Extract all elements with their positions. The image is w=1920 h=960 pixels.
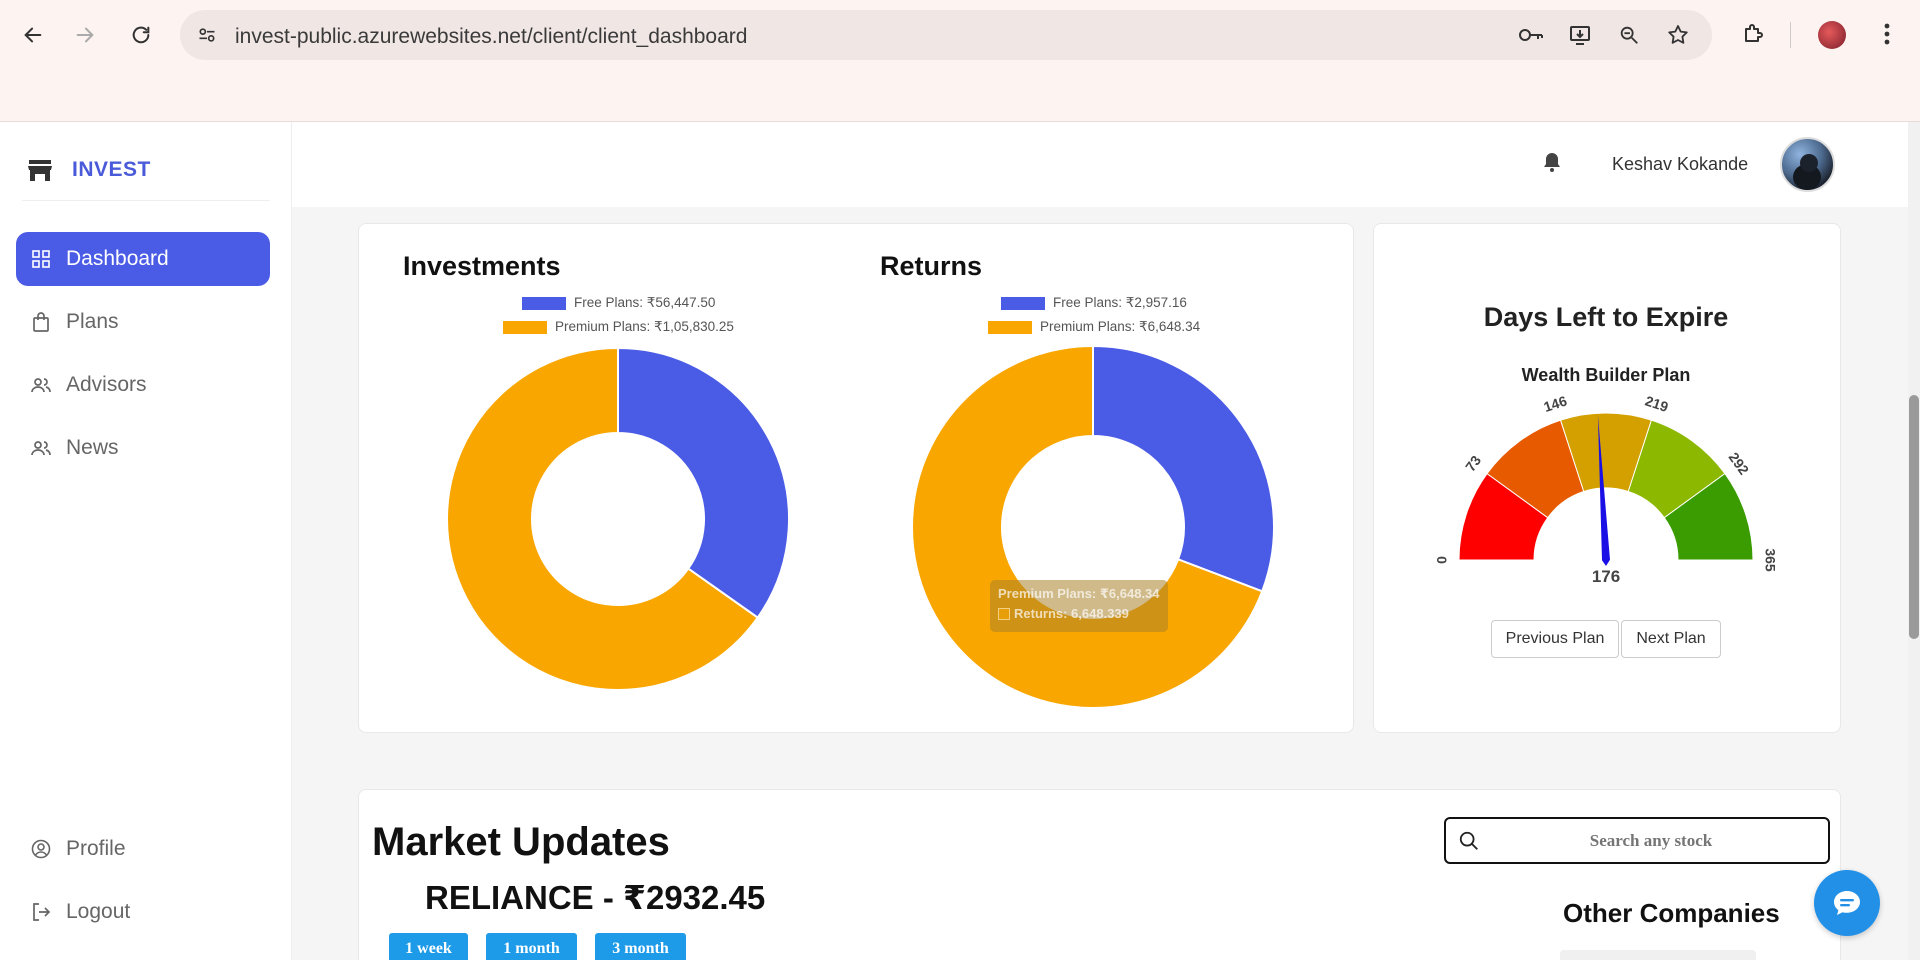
range-1week-button[interactable]: 1 week	[389, 933, 468, 960]
chart-tooltip: Premium Plans: ₹6,648.34 Returns: 6,648.…	[990, 580, 1168, 632]
user-circle-icon	[30, 838, 52, 860]
previous-plan-button[interactable]: Previous Plan	[1491, 620, 1619, 658]
users-icon	[30, 374, 52, 396]
sidebar-item-plans[interactable]: Plans	[16, 295, 270, 349]
legend-swatch	[988, 320, 1032, 334]
browser-chrome: invest-public.azurewebsites.net/client/c…	[0, 0, 1920, 122]
search-icon	[1458, 830, 1480, 857]
divider	[22, 200, 270, 201]
gauge-title: Days Left to Expire	[1483, 302, 1729, 332]
legend-swatch	[1001, 296, 1045, 310]
gauge-tick-label: 73	[1462, 452, 1484, 474]
sidebar-item-news[interactable]: News	[16, 421, 270, 475]
extensions-icon[interactable]	[1736, 17, 1770, 51]
legend-swatch	[503, 320, 547, 334]
sidebar-item-advisors[interactable]: Advisors	[16, 358, 270, 412]
range-1month-button[interactable]: 1 month	[486, 933, 577, 960]
company-list-item[interactable]	[1560, 950, 1756, 960]
sidebar-item-dashboard[interactable]: Dashboard	[16, 232, 270, 286]
stock-search[interactable]	[1444, 817, 1830, 864]
brand[interactable]: INVEST	[22, 152, 151, 188]
install-app-icon[interactable]	[1567, 22, 1593, 48]
store-icon	[22, 152, 58, 188]
sidebar-item-profile[interactable]: Profile	[16, 822, 270, 876]
tooltip-value: Returns: 6,648.339	[1014, 606, 1129, 621]
legend-item[interactable]: Premium Plans: ₹6,648.34	[988, 319, 1200, 335]
investments-donut-chart[interactable]	[440, 342, 790, 692]
bag-icon	[30, 311, 52, 333]
sidebar: INVEST Dashboard Plans Advisors News Pro…	[0, 122, 292, 960]
reload-button[interactable]	[124, 18, 158, 52]
gauge-value-label: 176	[1592, 567, 1620, 586]
range-3month-button[interactable]: 3 month	[595, 933, 686, 960]
tooltip-body: Returns: 6,648.339	[998, 606, 1160, 621]
sidebar-item-label: News	[66, 436, 119, 459]
legend-label: Premium Plans: ₹6,648.34	[1040, 319, 1201, 334]
sidebar-item-label: Plans	[66, 310, 119, 333]
plan-name: Wealth Builder Plan	[1521, 365, 1691, 385]
legend-label: Free Plans: ₹56,447.50	[574, 295, 716, 310]
gauge-tick-label: 146	[1542, 392, 1569, 415]
username[interactable]: Keshav Kokande	[1612, 154, 1748, 175]
bell-icon[interactable]	[1540, 150, 1564, 174]
search-input[interactable]	[1486, 829, 1816, 853]
bookmark-star-icon[interactable]	[1665, 22, 1691, 48]
zoom-icon[interactable]	[1616, 22, 1642, 48]
gauge-tick-label: 0	[1434, 556, 1450, 564]
avatar[interactable]	[1780, 137, 1835, 192]
gauge-tick-label: 292	[1726, 449, 1753, 477]
gauge-tick-label: 365	[1762, 548, 1778, 572]
gauge-tick-label: 219	[1643, 393, 1670, 416]
market-card	[358, 789, 1841, 960]
legend-item[interactable]: Free Plans: ₹2,957.16	[1001, 295, 1187, 311]
forward-button[interactable]	[68, 18, 102, 52]
scrollbar-thumb[interactable]	[1909, 395, 1919, 639]
brand-name: INVEST	[72, 158, 151, 181]
pie-slice-free-plans[interactable]	[617, 346, 790, 620]
other-companies-title: Other Companies	[1563, 898, 1780, 928]
site-settings-icon[interactable]	[194, 22, 220, 48]
legend-item[interactable]: Premium Plans: ₹1,05,830.25	[503, 319, 734, 335]
tooltip-swatch	[998, 607, 1010, 620]
legend-label: Premium Plans: ₹1,05,830.25	[555, 319, 734, 334]
sidebar-item-label: Profile	[66, 837, 126, 860]
tooltip-title: Premium Plans: ₹6,648.34	[998, 586, 1160, 601]
users-icon	[30, 437, 52, 459]
next-plan-button[interactable]: Next Plan	[1621, 620, 1721, 658]
market-title: Market Updates	[372, 820, 670, 864]
key-icon[interactable]	[1518, 22, 1544, 48]
sidebar-item-logout[interactable]: Logout	[16, 885, 270, 939]
arrow-left-icon	[24, 27, 42, 43]
legend-item[interactable]: Free Plans: ₹56,447.50	[522, 295, 715, 311]
back-button[interactable]	[16, 18, 50, 52]
sidebar-item-label: Logout	[66, 900, 131, 923]
chat-icon	[1834, 891, 1860, 915]
logout-icon	[30, 901, 52, 923]
browser-strip	[0, 70, 1920, 122]
url-text[interactable]: invest-public.azurewebsites.net/client/c…	[235, 25, 747, 49]
address-bar[interactable]: invest-public.azurewebsites.net/client/c…	[180, 10, 1712, 60]
grid-icon	[30, 248, 52, 270]
investments-title: Investments	[403, 251, 561, 281]
reload-icon	[132, 26, 150, 44]
menu-kebab-icon[interactable]	[1870, 17, 1904, 51]
legend-label: Free Plans: ₹2,957.16	[1053, 295, 1187, 310]
toolbar-divider	[1790, 22, 1791, 48]
sidebar-item-label: Dashboard	[66, 247, 169, 270]
legend-swatch	[522, 296, 566, 310]
arrow-right-icon	[76, 27, 94, 43]
profile-avatar-icon[interactable]	[1818, 21, 1846, 49]
pie-slice-free-plans[interactable]	[1092, 344, 1275, 593]
days-left-gauge: 0 73 146 219 292 365 176	[1434, 392, 1779, 586]
returns-donut-chart[interactable]	[908, 342, 1278, 712]
sidebar-item-label: Advisors	[66, 373, 147, 396]
stock-price: RELIANCE - ₹2932.45	[425, 879, 766, 916]
chat-button[interactable]	[1814, 870, 1880, 936]
returns-title: Returns	[880, 251, 983, 281]
